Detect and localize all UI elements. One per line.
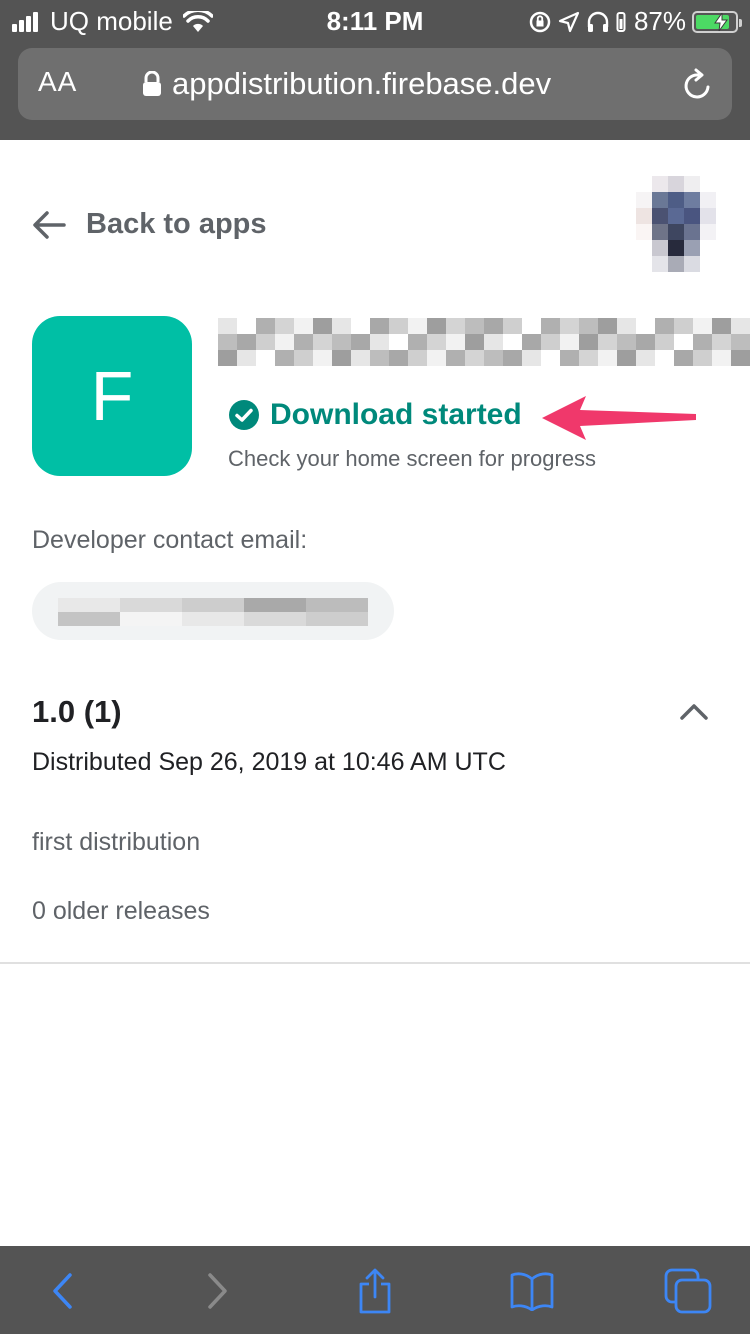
- status-bar: UQ mobile 8:11 PM 87%: [0, 0, 750, 40]
- url-text: appdistribution.firebase.dev: [172, 66, 552, 101]
- alarm-bar-icon: [616, 11, 626, 32]
- release-version: 1.0 (1): [32, 694, 122, 729]
- avatar[interactable]: [636, 176, 716, 272]
- charging-bolt-icon: [714, 12, 728, 31]
- download-status-text: Download started: [270, 398, 522, 431]
- older-releases-link[interactable]: 0 older releases: [32, 897, 210, 926]
- location-icon: [558, 11, 580, 32]
- tabs-icon[interactable]: [658, 1266, 718, 1316]
- status-bar-right: 87%: [522, 6, 742, 37]
- developer-email-redacted: [58, 598, 368, 626]
- battery-icon: [692, 10, 742, 33]
- address-bar[interactable]: AA appdistribution.firebase.dev: [18, 48, 732, 120]
- lock-icon: [142, 71, 162, 97]
- app-icon-initial: F: [90, 357, 134, 435]
- bookmarks-icon[interactable]: [502, 1266, 562, 1316]
- chevron-up-icon[interactable]: [678, 700, 710, 722]
- progress-hint: Check your home screen for progress: [228, 446, 597, 471]
- check-circle-icon: [228, 399, 260, 431]
- reload-icon[interactable]: [682, 68, 714, 107]
- browser-toolbar: [0, 1246, 750, 1334]
- download-status: Download started: [228, 398, 522, 432]
- release-distributed-date: Distributed Sep 26, 2019 at 10:46 AM UTC: [32, 748, 506, 776]
- share-icon[interactable]: [345, 1266, 405, 1316]
- back-to-apps-label: Back to apps: [86, 208, 267, 240]
- orientation-lock-icon: [529, 11, 551, 32]
- battery-percent: 87%: [633, 6, 686, 36]
- app-name-redacted: [218, 318, 750, 378]
- developer-contact-label: Developer contact email:: [32, 526, 308, 554]
- back-icon[interactable]: [32, 1266, 92, 1316]
- release-notes: first distribution: [32, 828, 201, 856]
- headphones-icon: [587, 11, 609, 32]
- developer-email-chip[interactable]: [32, 582, 394, 640]
- browser-top-chrome: UQ mobile 8:11 PM 87% AA appdistribution…: [0, 0, 750, 140]
- divider: [0, 962, 750, 964]
- text-size-button[interactable]: AA: [38, 66, 77, 98]
- back-to-apps-link[interactable]: Back to apps: [32, 208, 267, 241]
- url-field[interactable]: appdistribution.firebase.dev: [142, 66, 551, 102]
- arrow-back-icon: [32, 210, 66, 240]
- annotation-arrow-icon: [542, 396, 696, 440]
- app-icon: F: [32, 316, 192, 476]
- text-size-label: AA: [38, 66, 78, 97]
- forward-icon[interactable]: [188, 1266, 248, 1316]
